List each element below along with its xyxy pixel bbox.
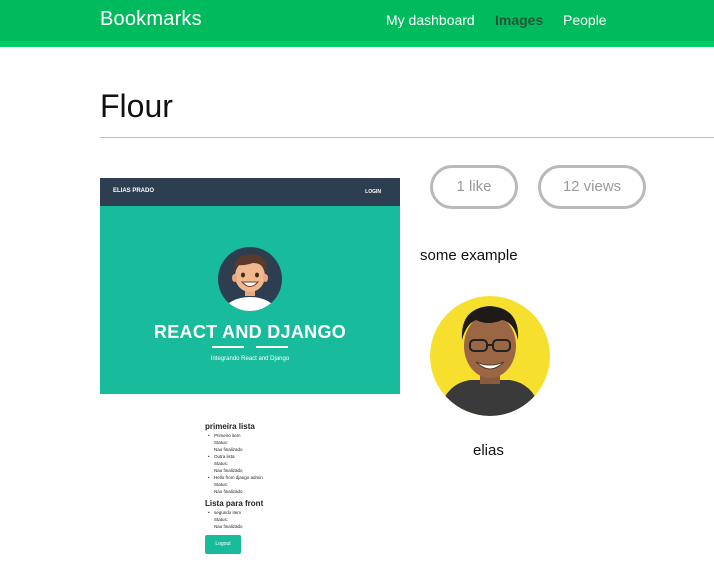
cartoon-avatar-icon: [218, 247, 282, 311]
list-item: Outra lista: [205, 453, 325, 460]
bookmarked-image: ELIAS PRADO LOGIN REACT AND DJANGO Integ…: [100, 178, 400, 566]
list-item-status: Nao finalizado: [214, 447, 243, 452]
likes-count: 1 like: [430, 165, 518, 209]
image-nav-login: LOGIN: [365, 189, 381, 195]
image-hero: REACT AND DJANGO Integrando React and Dj…: [100, 206, 400, 394]
list-item-status: Nao finalizado: [214, 524, 243, 529]
list-item-status-label: Status:: [214, 517, 229, 522]
site-logo[interactable]: Bookmarks: [100, 8, 202, 31]
views-count: 12 views: [538, 165, 646, 209]
list-item-status: Nao finalizado: [214, 489, 243, 494]
list-item: Primeiro item: [205, 432, 325, 439]
list-item-status-label: Status:: [214, 482, 229, 487]
user-name[interactable]: elias: [473, 442, 504, 459]
page-title: Flour: [100, 88, 173, 124]
list-item: Hello from django admin: [205, 474, 325, 481]
title-divider: [100, 137, 714, 138]
list-title: primeira lista: [205, 422, 255, 431]
image-hero-title: REACT AND DJANGO: [153, 322, 347, 342]
list-item-status: Nao finalizado: [214, 468, 243, 473]
image-hero-subtitle: Integrando React and Django: [210, 356, 290, 362]
navbar-accent-line: [0, 41, 714, 47]
list-title: Lista para front: [205, 499, 264, 508]
image-logout-button: Logout: [205, 535, 241, 554]
hero-divider-left: [212, 346, 244, 348]
user-photo-icon[interactable]: [430, 296, 550, 416]
list-item-status-label: Status:: [214, 440, 229, 445]
image-description: some example: [420, 247, 518, 264]
nav-people[interactable]: People: [563, 12, 607, 28]
nav-images[interactable]: Images: [495, 12, 543, 28]
list-item: segundo item: [205, 509, 325, 516]
list-item-status-label: Status:: [214, 461, 229, 466]
image-todo-lists: primeira lista Primeiro item Status: Nao…: [205, 422, 325, 554]
hero-divider-right: [256, 346, 288, 348]
image-nav-brand: ELIAS PRADO: [113, 188, 155, 194]
nav-my-dashboard[interactable]: My dashboard: [386, 12, 475, 28]
